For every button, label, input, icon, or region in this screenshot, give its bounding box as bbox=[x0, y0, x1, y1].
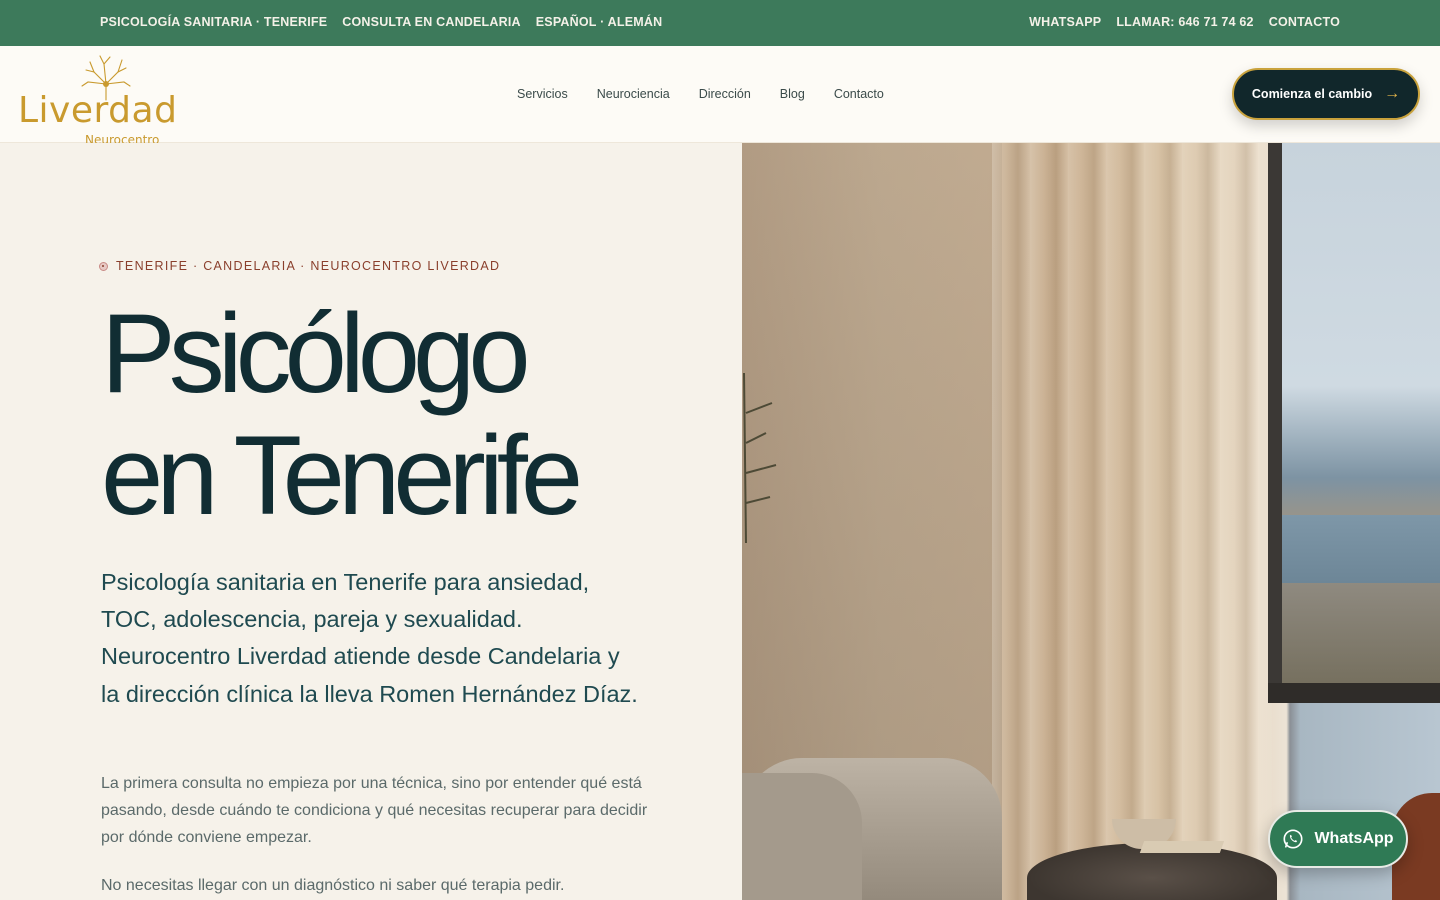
hero-paragraph-2: No necesitas llegar con un diagnóstico n… bbox=[101, 877, 565, 894]
top-bar-whatsapp-link[interactable]: WHATSAPP bbox=[1029, 15, 1101, 29]
cta-label: Comienza el cambio bbox=[1251, 87, 1373, 101]
top-bar-call-link[interactable]: LLAMAR: 646 71 74 62 bbox=[1116, 15, 1253, 29]
nav-item-servicios[interactable]: Servicios bbox=[517, 87, 568, 101]
hero-paragraph-1: La primera consulta no empieza por una t… bbox=[101, 775, 648, 846]
hero-title-line2: en Tenerife bbox=[101, 413, 583, 538]
location-dot-icon bbox=[99, 261, 108, 271]
top-bar: PSICOLOGÍA SANITARIA · TENERIFE CONSULTA… bbox=[0, 0, 1440, 46]
top-bar-item-consulta: CONSULTA EN CANDELARIA bbox=[342, 15, 521, 29]
arrow-right-icon: → bbox=[1384, 85, 1401, 102]
hero-eyebrow: TENERIFE · CANDELARIA · NEUROCENTRO LIVE… bbox=[99, 259, 500, 273]
photo-landscape bbox=[1282, 583, 1440, 683]
logo[interactable]: Liverdad Neurocentro bbox=[18, 54, 178, 147]
hero-text-panel: TENERIFE · CANDELARIA · NEUROCENTRO LIVE… bbox=[0, 143, 742, 900]
whatsapp-icon bbox=[1283, 829, 1303, 849]
hero-lead: Psicología sanitaria en Tenerife para an… bbox=[101, 569, 638, 707]
photo-curtain bbox=[992, 143, 1272, 900]
hero-photo bbox=[742, 143, 1440, 900]
nav-item-blog[interactable]: Blog bbox=[780, 87, 805, 101]
hero-title-line1: Psicólogo bbox=[101, 291, 531, 416]
whatsapp-floating-label: WhatsApp bbox=[1314, 830, 1394, 847]
main-nav: Servicios Neurociencia Dirección Blog Co… bbox=[517, 87, 884, 101]
photo-window-sill bbox=[1268, 683, 1440, 703]
logo-wordmark: Liverdad bbox=[18, 90, 178, 131]
photo-window-frame bbox=[1268, 143, 1282, 703]
nav-item-neurociencia[interactable]: Neurociencia bbox=[597, 87, 670, 101]
whatsapp-floating-button[interactable]: WhatsApp bbox=[1268, 810, 1408, 868]
top-bar-item-idiomas: ESPAÑOL · ALEMÁN bbox=[535, 15, 663, 29]
hero-title: Psicólogo en Tenerife bbox=[101, 291, 583, 538]
hero-eyebrow-text: TENERIFE · CANDELARIA · NEUROCENTRO LIVE… bbox=[116, 259, 501, 273]
nav-item-direccion[interactable]: Dirección bbox=[699, 87, 751, 101]
top-bar-right: WHATSAPP LLAMAR: 646 71 74 62 CONTACTO bbox=[1029, 15, 1340, 29]
nav-item-contacto[interactable]: Contacto bbox=[834, 87, 884, 101]
photo-armchair-back bbox=[742, 773, 862, 900]
top-bar-contact-link[interactable]: CONTACTO bbox=[1269, 15, 1340, 29]
cta-button[interactable]: Comienza el cambio → bbox=[1232, 68, 1420, 120]
site-header: Liverdad Neurocentro Servicios Neurocien… bbox=[0, 46, 1440, 147]
top-bar-item-psicologia: PSICOLOGÍA SANITARIA · TENERIFE bbox=[100, 15, 328, 29]
top-bar-left: PSICOLOGÍA SANITARIA · TENERIFE CONSULTA… bbox=[100, 15, 662, 29]
photo-book bbox=[1139, 841, 1225, 853]
photo-plant bbox=[743, 373, 777, 543]
